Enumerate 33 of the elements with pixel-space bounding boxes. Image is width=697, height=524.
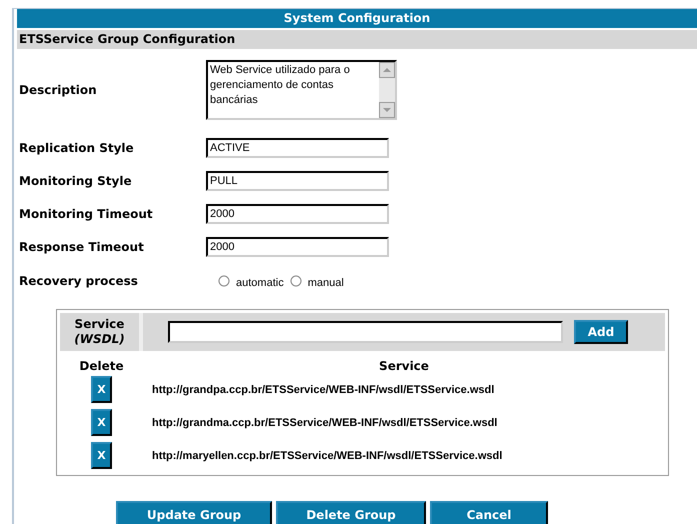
delete-button[interactable]: X (91, 376, 112, 403)
text-field[interactable]: PULL (206, 170, 389, 190)
description-field[interactable]: Web Service utilizado para o gerenciamento de contas bancárias (206, 60, 397, 120)
action-button[interactable]: Cancel (430, 501, 548, 524)
service-label: Service (WSDL) (60, 313, 143, 351)
radio-label: manual (308, 277, 344, 289)
field-label: Response Timeout (18, 240, 145, 254)
radio-label: automatic (236, 277, 284, 289)
scroll-up-icon[interactable] (379, 62, 395, 78)
column-header: Service (378, 359, 430, 373)
field-label: Monitoring Timeout (18, 206, 154, 220)
field-label: Recovery process (18, 274, 139, 288)
text-field[interactable]: 2000 (206, 236, 389, 256)
service-url: http://maryellen.ccp.br/ETSService/WEB-INF/wsdl/ETSService.wsdl (151, 450, 502, 462)
column-header: Delete (78, 359, 125, 373)
delete-button[interactable]: X (91, 409, 112, 436)
add-button[interactable]: Add (574, 320, 628, 344)
field-label: Description (18, 83, 98, 97)
radio-button[interactable] (290, 275, 302, 287)
delete-button[interactable]: X (91, 442, 112, 469)
field-label: Monitoring Style (18, 174, 133, 188)
field-label: Replication Style (18, 140, 135, 154)
text-field[interactable]: 2000 (206, 204, 389, 224)
service-url-field[interactable] (168, 321, 563, 343)
scroll-down-icon[interactable] (379, 102, 395, 118)
text-field[interactable]: ACTIVE (206, 138, 389, 158)
page-header: System Configuration (17, 9, 697, 28)
radio-button[interactable] (218, 275, 230, 287)
service-url: http://grandma.ccp.br/ETSService/WEB-INF/wsdl/ETSService.wsdl (151, 416, 498, 428)
service-url: http://grandpa.ccp.br/ETSService/WEB-INF/wsdl/ETSService.wsdl (151, 384, 494, 396)
action-button[interactable]: Delete Group (276, 501, 426, 524)
section-title: ETSService Group Configuration (17, 30, 697, 49)
action-button[interactable]: Update Group (116, 501, 272, 524)
